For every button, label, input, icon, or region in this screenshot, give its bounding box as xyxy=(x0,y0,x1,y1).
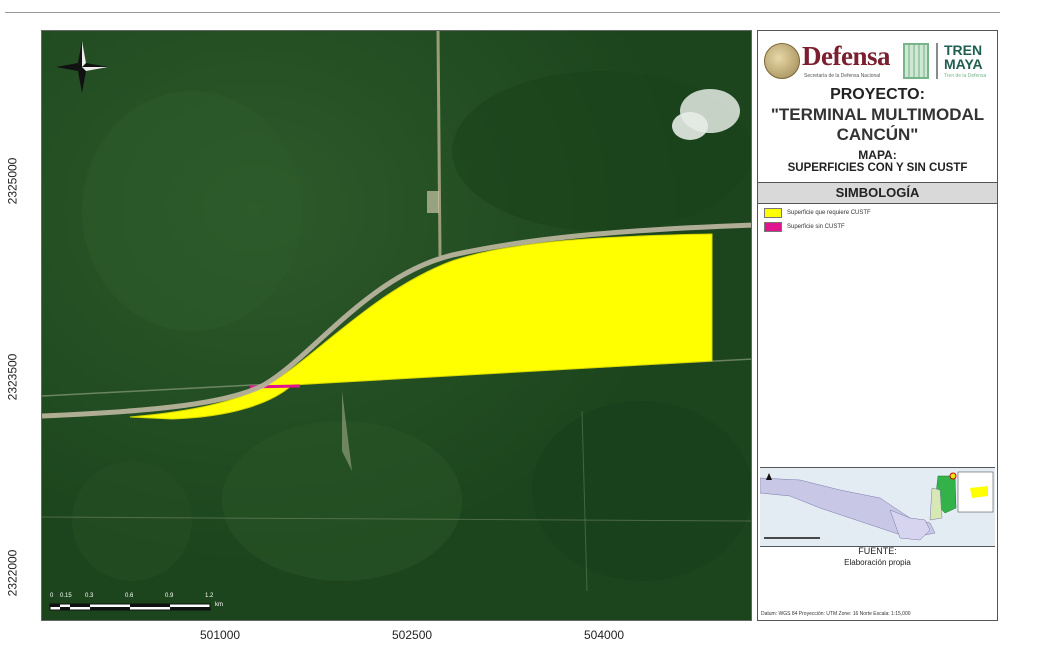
maya-word: MAYA xyxy=(944,56,983,72)
legend-swatch xyxy=(764,208,782,218)
legend-label: Superficie que requiere CUSTF xyxy=(787,210,871,216)
legend-title: SIMBOLOGÍA xyxy=(758,183,997,204)
map-name: SUPERFICIES CON Y SIN CUSTF xyxy=(787,162,968,174)
scale-label: 0.3 xyxy=(85,593,94,599)
map-label: MAPA: xyxy=(858,148,897,162)
project-label: PROYECTO: xyxy=(830,86,925,103)
location-inset-map xyxy=(760,467,995,547)
legend-item: Superficie que requiere CUSTF xyxy=(764,207,871,219)
defensa-logo: Defensa xyxy=(802,41,890,71)
x-tick-label: 502500 xyxy=(392,628,433,642)
x-tick-label: 504000 xyxy=(584,628,625,642)
scale-label: 0.9 xyxy=(165,593,174,599)
source-label: FUENTE: xyxy=(858,546,897,556)
tren-subtitle: Tren de la Defensa xyxy=(944,73,987,79)
project-name-line: CANCÚN" xyxy=(836,125,919,144)
legend-swatch xyxy=(764,222,782,232)
scale-label: 0 xyxy=(50,593,54,599)
legend-label: Superficie sin CUSTF xyxy=(787,224,845,230)
source-text: Elaboración propia xyxy=(844,558,911,567)
defensa-subtitle: Secretaría de la Defensa Nacional xyxy=(804,73,881,79)
scale-label: 0.6 xyxy=(125,593,134,599)
x-tick-label: 501000 xyxy=(200,628,241,642)
scale-bar xyxy=(49,603,211,611)
project-name-line: "TERMINAL MULTIMODAL xyxy=(770,105,985,124)
y-tick-label: 2323500 xyxy=(5,353,20,401)
scale-unit: km xyxy=(215,602,223,608)
national-seal-icon xyxy=(764,43,800,79)
project-name: "TERMINAL MULTIMODAL CANCÚN" xyxy=(758,105,997,145)
map-frame[interactable]: 0 0.15 0.3 0.6 0.9 1.2 km xyxy=(41,30,752,621)
y-tick-label: 2325000 xyxy=(5,157,20,205)
info-panel: Defensa Secretaría de la Defensa Naciona… xyxy=(757,30,998,621)
tren-maya-logo: TREN MAYA xyxy=(944,43,983,71)
scale-label: 0.15 xyxy=(60,593,72,599)
datum-text: Datum: WGS 84 Proyección: UTM Zone: 16 N… xyxy=(761,611,911,617)
logo-row: Defensa Secretaría de la Defensa Naciona… xyxy=(762,37,994,85)
logo-separator xyxy=(936,43,938,79)
building-icon xyxy=(903,43,929,79)
tren-word: TREN xyxy=(944,42,983,58)
scale-labels: 0 0.15 0.3 0.6 0.9 1.2 km xyxy=(50,593,250,608)
legend-item: Superficie sin CUSTF xyxy=(764,221,845,233)
top-rule xyxy=(5,12,1000,13)
scale-label: 1.2 xyxy=(205,593,214,599)
y-tick-label: 2322000 xyxy=(5,549,20,597)
satellite-map xyxy=(42,31,751,620)
